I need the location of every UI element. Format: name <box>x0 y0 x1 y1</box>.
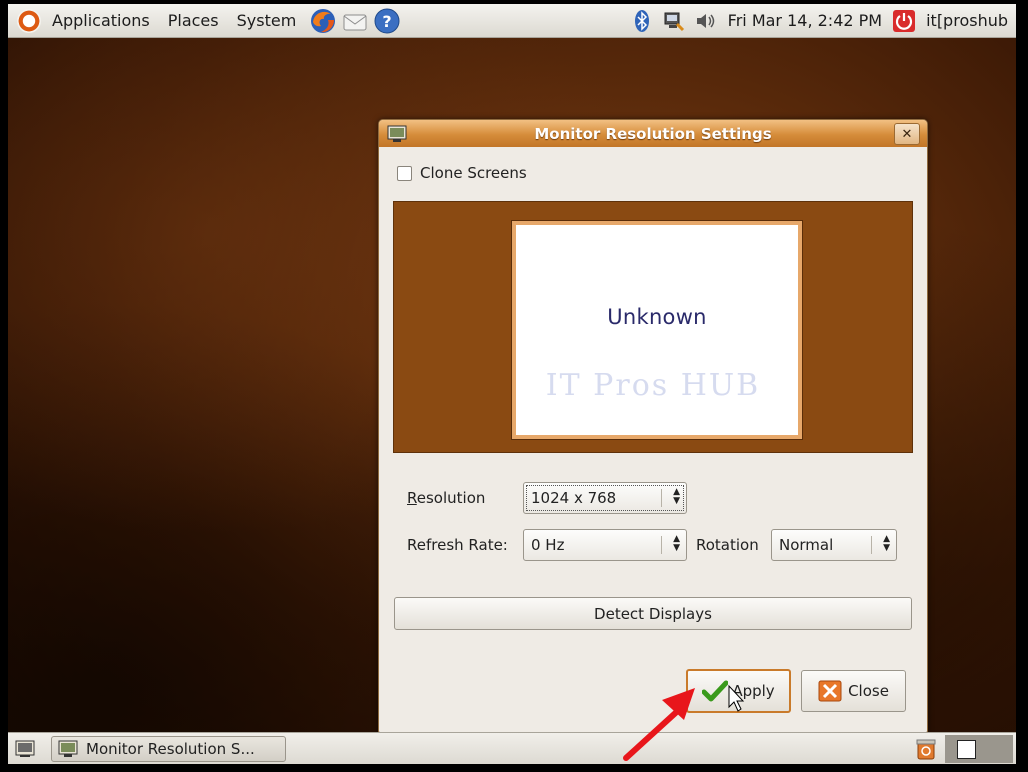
spin-arrows-icon: ▲ ▼ <box>883 534 890 553</box>
monitor-resolution-dialog: Monitor Resolution Settings ✕ Clone Scre… <box>378 119 928 733</box>
detect-displays-label: Detect Displays <box>594 604 712 623</box>
menu-places[interactable]: Places <box>159 4 228 37</box>
show-desktop-icon[interactable] <box>14 738 36 764</box>
system-tray: Fri Mar 14, 2:42 PM it[proshub <box>626 4 1016 37</box>
svg-text:?: ? <box>383 12 392 31</box>
dialog-title: Monitor Resolution Settings <box>534 124 772 143</box>
bottom-panel: Monitor Resolution S... <box>8 732 1016 764</box>
resolution-select[interactable]: 1024 x 768 ▲ ▼ <box>523 482 687 514</box>
bluetooth-icon[interactable] <box>630 9 654 33</box>
resolution-label-rest: esolution <box>416 489 486 507</box>
volume-icon[interactable] <box>694 9 718 33</box>
refresh-rate-label: Refresh Rate: <box>407 536 508 554</box>
desktop: Applications Places System ? Fri Mar 14,… <box>8 4 1016 764</box>
mail-icon[interactable] <box>341 7 369 35</box>
display-settings-icon <box>58 740 78 758</box>
refresh-rate-select[interactable]: 0 Hz ▲ ▼ <box>523 529 687 561</box>
spin-arrows-icon: ▲ ▼ <box>673 487 680 506</box>
taskbar-item-label: Monitor Resolution S... <box>86 740 255 758</box>
monitor-preview-area: Unknown <box>393 201 913 453</box>
trash-icon[interactable] <box>914 737 938 764</box>
rotation-label: Rotation <box>696 536 759 554</box>
resolution-label: Resolution <box>407 489 486 507</box>
close-button-label: Close <box>848 682 889 700</box>
apply-label: Apply <box>732 682 775 700</box>
workspace-1[interactable] <box>957 740 976 759</box>
menu-system[interactable]: System <box>228 4 306 37</box>
close-button-icon <box>818 680 842 702</box>
help-icon[interactable]: ? <box>373 7 401 35</box>
menu-applications[interactable]: Applications <box>43 4 159 37</box>
apply-button[interactable]: Apply <box>686 669 791 713</box>
clock[interactable]: Fri Mar 14, 2:42 PM <box>722 11 888 30</box>
top-panel: Applications Places System ? Fri Mar 14,… <box>8 4 1016 38</box>
monitor-name: Unknown <box>607 305 707 329</box>
monitor-preview[interactable]: Unknown <box>512 221 802 439</box>
rotation-value: Normal <box>779 536 834 554</box>
dialog-titlebar[interactable]: Monitor Resolution Settings ✕ <box>379 120 927 147</box>
user-name[interactable]: it[proshub <box>920 11 1016 30</box>
display-settings-icon <box>387 125 407 143</box>
spin-arrows-icon: ▲ ▼ <box>673 534 680 553</box>
checkmark-icon <box>702 680 729 702</box>
rotation-select[interactable]: Normal ▲ ▼ <box>771 529 897 561</box>
taskbar-item[interactable]: Monitor Resolution S... <box>51 736 286 762</box>
workspace-switcher[interactable] <box>945 735 1013 763</box>
clone-screens-label: Clone Screens <box>420 164 527 182</box>
network-icon[interactable] <box>662 9 686 33</box>
close-button[interactable]: Close <box>801 670 906 712</box>
resolution-value: 1024 x 768 <box>531 489 617 507</box>
ubuntu-logo-icon[interactable] <box>17 8 41 33</box>
refresh-rate-value: 0 Hz <box>531 536 565 554</box>
close-icon[interactable]: ✕ <box>894 123 920 145</box>
firefox-icon[interactable] <box>309 7 337 35</box>
clone-screens-checkbox[interactable] <box>397 165 412 181</box>
detect-displays-button[interactable]: Detect Displays <box>394 597 912 630</box>
power-icon[interactable] <box>892 9 916 33</box>
clone-screens-row[interactable]: Clone Screens <box>397 164 527 182</box>
